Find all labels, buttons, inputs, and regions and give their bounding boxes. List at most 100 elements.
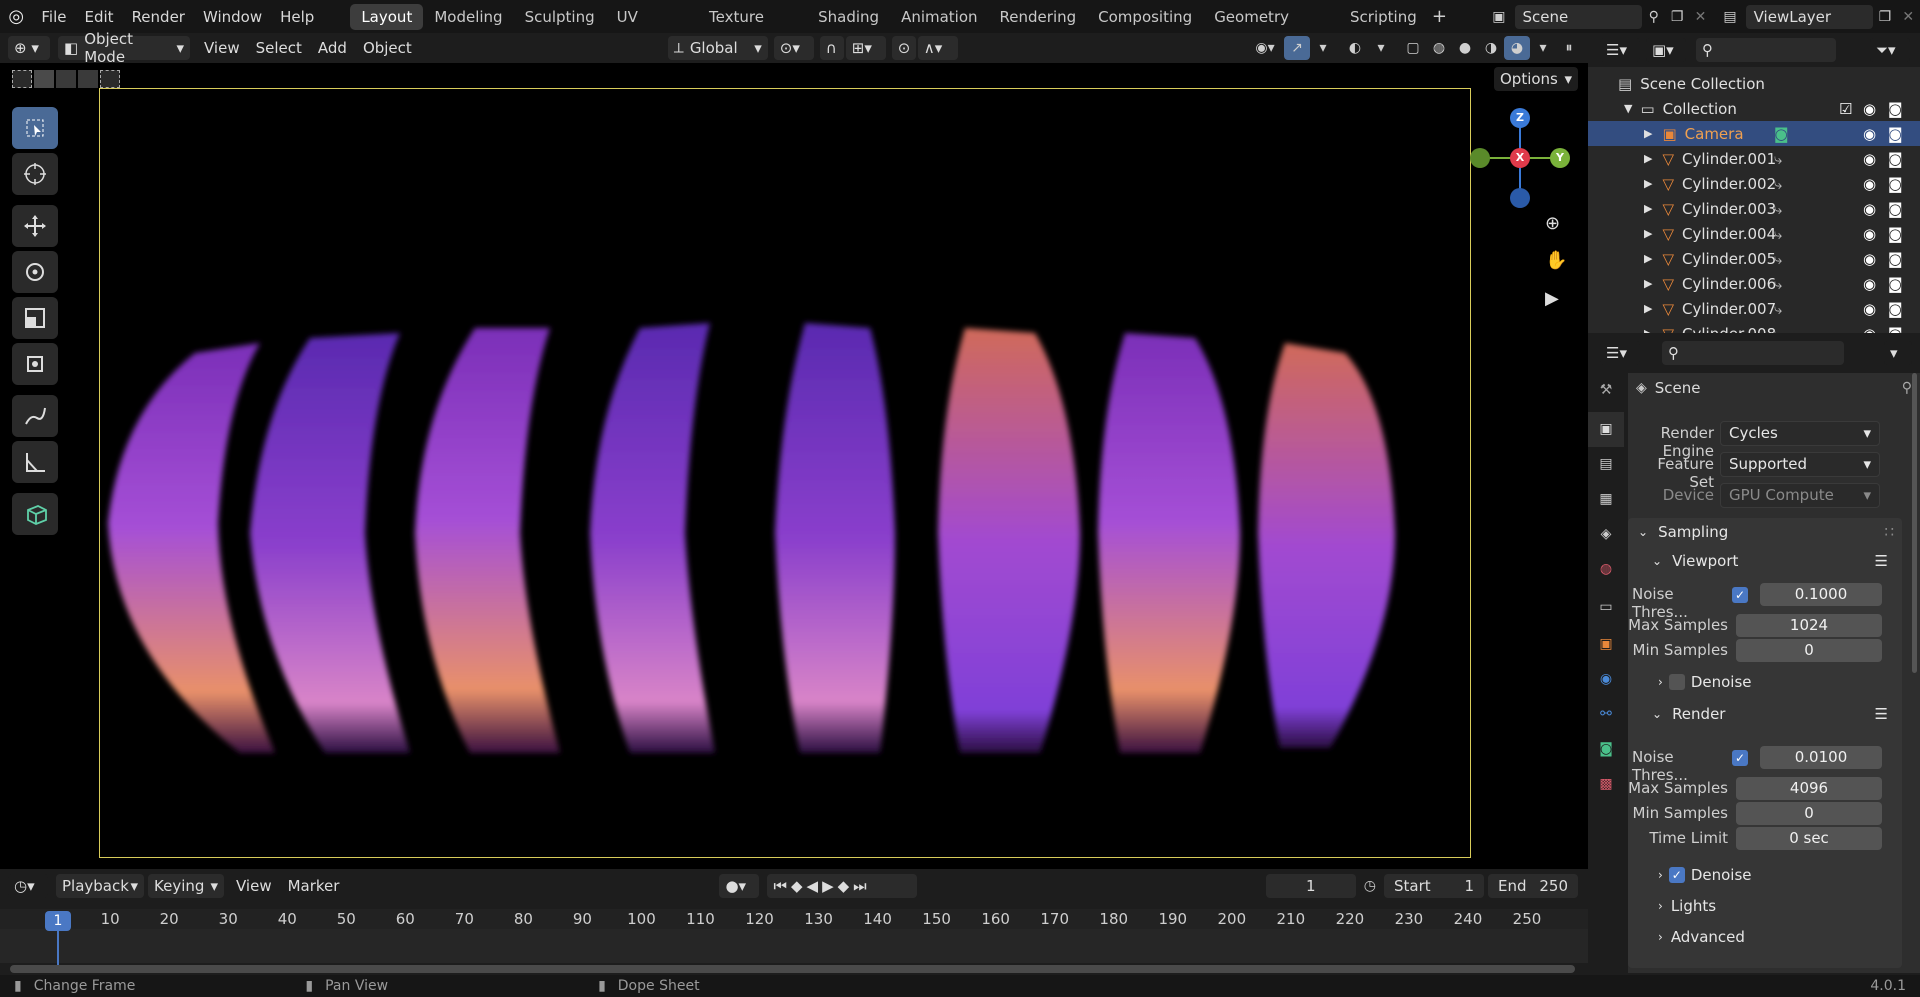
transform-tool-icon[interactable] xyxy=(12,343,58,385)
render-subpanel-header[interactable]: ⌄ Render ☰ xyxy=(1652,700,1902,728)
display-mode-dropdown[interactable]: ▣▾ xyxy=(1646,38,1686,62)
autokey-toggle-icon[interactable]: ●▾ xyxy=(719,874,760,898)
delete-viewlayer-icon[interactable]: ✕ xyxy=(1897,5,1920,29)
tab-uv-editing[interactable]: UV Editing xyxy=(606,4,698,52)
xray-toggle-icon[interactable]: ▢ xyxy=(1400,36,1426,60)
select-subtract-icon[interactable] xyxy=(56,70,76,88)
snap-toggle[interactable]: ∩ xyxy=(819,36,844,60)
pin-icon[interactable]: ⚲ xyxy=(1902,380,1912,396)
tab-compositing[interactable]: Compositing xyxy=(1087,4,1203,30)
pin-icon[interactable]: ⚲ xyxy=(1642,5,1665,29)
properties-search-input[interactable]: ⚲ xyxy=(1662,341,1844,365)
expand-right-icon[interactable]: ▶ xyxy=(1644,202,1652,215)
viewlayer-selector-icon[interactable]: ▤ xyxy=(1718,5,1741,29)
collection-row[interactable]: ▼ ▭ Collection ☑ ◉ ◙ xyxy=(1588,96,1920,121)
menu-window[interactable]: Window xyxy=(194,4,271,30)
outliner-item-cylinder[interactable]: ▶ ▽ Cylinder.002 ⤷ ◉ ◙ xyxy=(1588,171,1920,196)
viewport-denoise-row[interactable]: › Denoise xyxy=(1658,670,1752,694)
gizmo-toggle-icon[interactable]: ↗ xyxy=(1284,36,1310,60)
modifier-icon[interactable]: ⤷ xyxy=(1774,275,1782,293)
expand-right-icon[interactable]: ▶ xyxy=(1644,152,1652,165)
rendered-shading-icon[interactable]: ◕ xyxy=(1504,36,1530,60)
output-tab-icon[interactable]: ▤ xyxy=(1588,447,1624,482)
expand-right-icon[interactable]: ▶ xyxy=(1644,127,1652,140)
menu-object[interactable]: Object xyxy=(355,36,420,60)
camera-data-icon[interactable]: ◙ xyxy=(1774,125,1789,143)
render-tab-icon[interactable]: ▣ xyxy=(1588,412,1624,447)
eye-icon[interactable]: ◉ xyxy=(1863,300,1876,318)
gizmo-y-icon[interactable]: Y xyxy=(1550,148,1570,168)
render-denoise-checkbox[interactable]: ✓ xyxy=(1668,867,1685,883)
pan-hand-icon[interactable]: ✋ xyxy=(1545,250,1567,271)
menu-render[interactable]: Render xyxy=(123,4,194,30)
filter-dropdown[interactable]: ⏷▾ xyxy=(1870,38,1910,62)
outliner-item-cylinder[interactable]: ▶ ▽ Cylinder.004 ⤷ ◉ ◙ xyxy=(1588,221,1920,246)
properties-scrollbar[interactable] xyxy=(1912,373,1917,673)
gizmo-neg-z-icon[interactable] xyxy=(1510,188,1530,208)
outliner-item-cylinder[interactable]: ▶ ▽ Cylinder.006 ⤷ ◉ ◙ xyxy=(1588,271,1920,296)
scene-selector-icon[interactable]: ▣ xyxy=(1487,5,1510,29)
scale-tool-icon[interactable] xyxy=(12,297,58,339)
feature-set-dropdown[interactable]: Supported ▾ xyxy=(1720,452,1880,477)
render-camera-icon[interactable]: ◙ xyxy=(1888,300,1903,318)
select-new-icon[interactable] xyxy=(12,70,32,88)
gizmo-z-icon[interactable]: Z xyxy=(1510,108,1530,128)
select-box-tool-icon[interactable] xyxy=(12,107,58,149)
start-frame-field[interactable]: Start 1 xyxy=(1384,874,1484,898)
view-layer-tab-icon[interactable]: ▦ xyxy=(1588,482,1624,517)
shading-dropdown-icon[interactable]: ▾ xyxy=(1530,36,1556,60)
tab-shading[interactable]: Shading xyxy=(807,4,890,30)
viewport-max-field[interactable]: 1024 xyxy=(1736,614,1882,637)
menu-help[interactable]: Help xyxy=(271,4,323,30)
eye-icon[interactable]: ◉ xyxy=(1863,275,1876,293)
outliner-item-camera[interactable]: ▶ ▣ Camera ◙ ◉ ◙ xyxy=(1588,121,1920,146)
annotate-tool-icon[interactable] xyxy=(12,395,58,437)
next-keyframe-icon[interactable]: ◆ xyxy=(838,877,850,895)
data-tab-icon[interactable]: ◙ xyxy=(1588,732,1624,767)
time-limit-field[interactable]: 0 sec xyxy=(1736,827,1882,850)
render-noise-checkbox[interactable]: ✓ xyxy=(1732,750,1748,766)
material-shading-icon[interactable]: ◑ xyxy=(1478,36,1504,60)
properties-options-dropdown[interactable]: ▾ xyxy=(1884,341,1912,365)
proportional-falloff-dropdown[interactable]: ∧▾ xyxy=(917,36,958,60)
constraints-tab-icon[interactable]: ⚯ xyxy=(1588,697,1624,732)
render-camera-icon[interactable]: ◙ xyxy=(1888,225,1903,243)
viewport-noise-checkbox[interactable]: ✓ xyxy=(1732,587,1748,603)
jump-start-icon[interactable]: ⏮ xyxy=(773,877,787,895)
eye-icon[interactable]: ◉ xyxy=(1863,200,1876,218)
prev-keyframe-icon[interactable]: ◆ xyxy=(791,877,803,895)
menu-view[interactable]: View xyxy=(196,36,248,60)
new-viewlayer-icon[interactable]: ❐ xyxy=(1873,5,1896,29)
orientation-dropdown[interactable]: ⟂ Global ▾ xyxy=(667,36,768,60)
move-tool-icon[interactable] xyxy=(12,205,58,247)
gizmo-dropdown-icon[interactable]: ▾ xyxy=(1310,36,1336,60)
viewlayer-name-field[interactable]: ViewLayer xyxy=(1745,4,1874,29)
object-tab-icon[interactable]: ▣ xyxy=(1588,627,1624,662)
outliner-search-input[interactable]: ⚲ xyxy=(1696,38,1836,62)
menu-file[interactable]: File xyxy=(32,4,75,30)
modifier-icon[interactable]: ⤷ xyxy=(1774,150,1782,168)
measure-tool-icon[interactable] xyxy=(12,441,58,483)
render-camera-icon[interactable]: ◙ xyxy=(1888,175,1903,193)
editor-type-dropdown[interactable]: ⊕ ▾ xyxy=(8,36,50,60)
new-scene-icon[interactable]: ❐ xyxy=(1665,5,1688,29)
pause-render-icon[interactable]: ⏸ xyxy=(1556,36,1582,60)
list-icon[interactable]: ☰ xyxy=(1875,705,1888,723)
list-icon[interactable]: ☰ xyxy=(1875,552,1888,570)
eye-icon[interactable]: ◉ xyxy=(1863,150,1876,168)
texture-tab-icon[interactable]: ▩ xyxy=(1588,767,1624,802)
viewport-denoise-checkbox[interactable] xyxy=(1668,674,1685,690)
select-invert-icon[interactable] xyxy=(78,70,98,88)
outliner-item-cylinder[interactable]: ▶ ▽ Cylinder.003 ⤷ ◉ ◙ xyxy=(1588,196,1920,221)
include-checkbox[interactable]: ☑ xyxy=(1839,100,1852,118)
modifier-icon[interactable]: ⤷ xyxy=(1774,225,1782,243)
select-intersect-icon[interactable] xyxy=(100,70,120,88)
jump-end-icon[interactable]: ⏭ xyxy=(853,877,867,895)
collection-tab-icon[interactable]: ▭ xyxy=(1588,587,1624,627)
playback-dropdown[interactable]: Playback ▾ xyxy=(56,874,144,898)
properties-editor-type-dropdown[interactable]: ☰▾ xyxy=(1600,341,1640,365)
camera-view-icon[interactable]: ▶ xyxy=(1545,288,1559,309)
expand-right-icon[interactable]: ▶ xyxy=(1644,227,1652,240)
stopwatch-icon[interactable]: ◷ xyxy=(1364,878,1376,894)
expand-down-icon[interactable]: ▼ xyxy=(1624,102,1632,115)
